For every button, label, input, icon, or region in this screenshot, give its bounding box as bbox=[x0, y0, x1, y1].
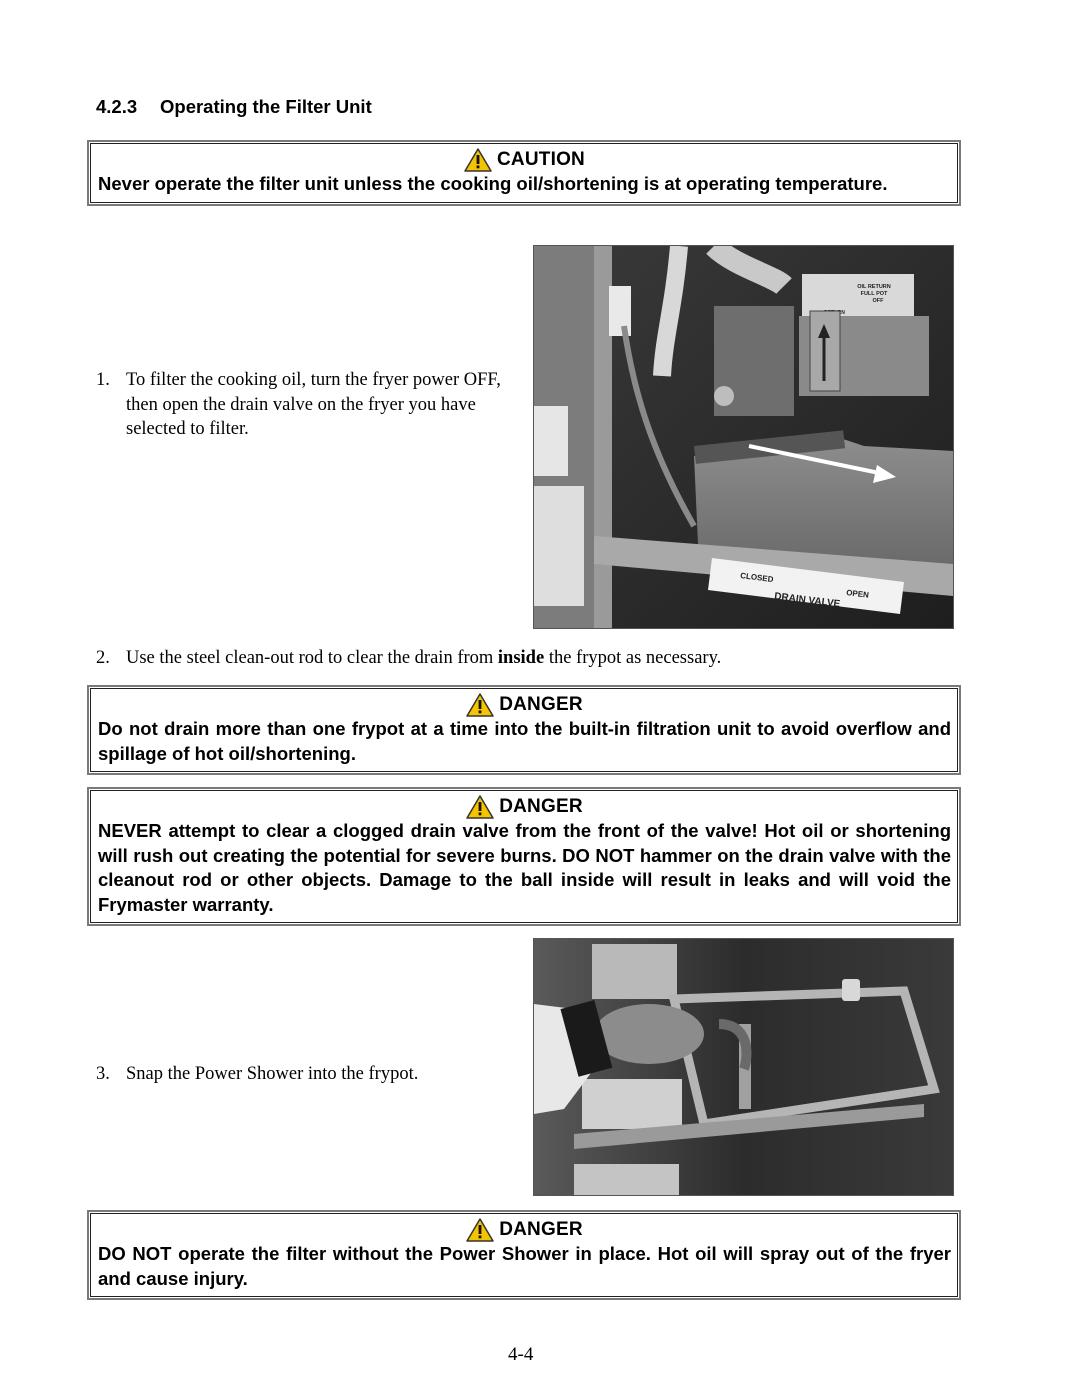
off-text: OFF bbox=[873, 298, 885, 304]
step-3: 3. Snap the Power Shower into the frypot… bbox=[96, 1062, 521, 1087]
section-heading: 4.2.3 Operating the Filter Unit bbox=[96, 96, 372, 118]
danger-box: DANGER DO NOT operate the filter without… bbox=[87, 1210, 961, 1300]
step-text-emphasis: inside bbox=[497, 648, 545, 668]
step-text-part: the frypot as necessary. bbox=[544, 648, 722, 668]
full-pot-text: FULL POT bbox=[861, 291, 888, 297]
danger-label: DANGER bbox=[499, 693, 583, 715]
drain-valve-photo: OIL RETURN FULL POT OFF RETURN CLOSED OP… bbox=[533, 245, 954, 629]
step-2: 2. Use the steel clean-out rod to clear … bbox=[96, 646, 956, 671]
warning-triangle-icon bbox=[464, 148, 492, 172]
danger-label: DANGER bbox=[499, 1218, 583, 1240]
step-text: Use the steel clean-out rod to clear the… bbox=[126, 646, 956, 671]
page-number: 4-4 bbox=[508, 1344, 534, 1365]
caution-label: CAUTION bbox=[497, 148, 585, 170]
step-text: Snap the Power Shower into the frypot. bbox=[126, 1064, 419, 1084]
caution-box: CAUTION Never operate the filter unit un… bbox=[87, 140, 961, 206]
section-title: Operating the Filter Unit bbox=[160, 96, 372, 117]
warning-sticker bbox=[534, 406, 568, 476]
step-1: 1. To filter the cooking oil, turn the f… bbox=[96, 368, 521, 442]
danger-header: DANGER bbox=[98, 1218, 951, 1242]
caution-text: Never operate the filter unit unless the… bbox=[98, 173, 888, 194]
danger-box: DANGER NEVER attempt to clear a clogged … bbox=[87, 787, 961, 926]
warning-triangle-icon bbox=[466, 693, 494, 717]
warning-sticker bbox=[534, 486, 584, 606]
step-number: 2. bbox=[96, 648, 110, 668]
caution-header: CAUTION bbox=[98, 148, 951, 172]
oil-return-text: OIL RETURN bbox=[857, 284, 891, 290]
danger-header: DANGER bbox=[98, 693, 951, 717]
danger-text: DO NOT operate the filter without the Po… bbox=[98, 1243, 951, 1289]
danger-text: NEVER attempt to clear a clogged drain v… bbox=[98, 820, 951, 915]
warning-triangle-icon bbox=[466, 795, 494, 819]
section-number: 4.2.3 bbox=[96, 96, 138, 117]
danger-box: DANGER Do not drain more than one frypot… bbox=[87, 685, 961, 775]
step-text: To filter the cooking oil, turn the frye… bbox=[126, 370, 501, 439]
warning-triangle-icon bbox=[466, 1218, 494, 1242]
step-text-part: Use the steel clean-out rod to clear the… bbox=[126, 648, 498, 668]
danger-label: DANGER bbox=[499, 795, 583, 817]
danger-header: DANGER bbox=[98, 795, 951, 819]
step-number: 1. bbox=[96, 370, 110, 390]
power-shower-photo bbox=[533, 938, 954, 1196]
step-number: 3. bbox=[96, 1064, 110, 1084]
danger-text: Do not drain more than one frypot at a t… bbox=[98, 718, 951, 764]
